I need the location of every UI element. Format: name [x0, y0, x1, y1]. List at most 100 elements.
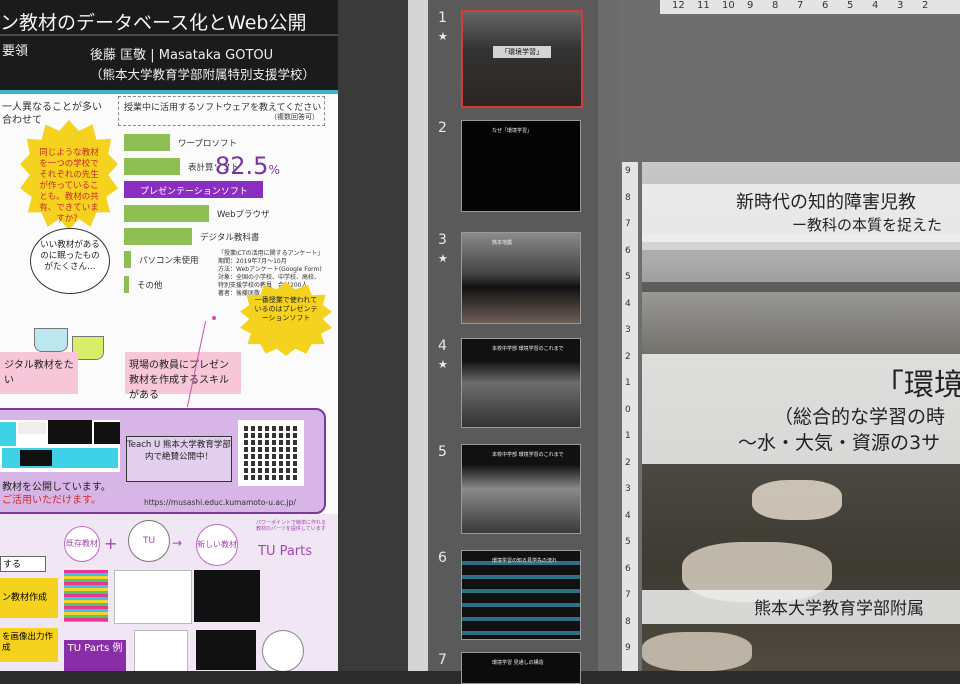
slide-thumbnail-text: 「環境学習」: [493, 46, 551, 58]
ruler-tick-label: 1: [625, 431, 631, 441]
ruler-tick-label: 5: [847, 0, 854, 11]
slide-number: 2: [438, 120, 447, 136]
cup-icon: [34, 328, 68, 352]
ruler-tick-label: 8: [625, 616, 631, 627]
teachu-box: Teach U 熊本大学教育学部内で絶賛公開中！: [126, 436, 232, 482]
rubble-bags: [752, 480, 842, 520]
slide-number: 1: [438, 10, 447, 26]
survey-bar: [124, 205, 209, 222]
poster-window: ン教材のデータベース化とWeb公開 要領 後藤 匡敬 | Masataka GO…: [0, 0, 338, 671]
tu-parts-sample: [194, 570, 260, 622]
ruler-tick-label: 5: [625, 537, 631, 547]
ruler-tick-label: 7: [797, 0, 804, 11]
ruler-tick-label: 10: [722, 0, 735, 11]
slide-thumbnail-1[interactable]: 「環境学習」: [461, 10, 583, 108]
ruler-tick-label: 9: [625, 166, 631, 176]
slide-thumbnail-5[interactable]: 本校中学部 環境学習のこれまで: [461, 444, 581, 534]
animation-star-icon: ★: [438, 358, 448, 371]
tu-parts-sample: [196, 630, 256, 670]
ruler-tick-label: 9: [747, 0, 754, 11]
survey-bar: [124, 134, 170, 151]
slide-number: 4: [438, 338, 447, 354]
tu-parts-example: TU Parts 例: [64, 640, 126, 671]
ruler-tick-label: 1: [625, 378, 631, 388]
question-burst-text: 同じような教材を一つの学校でそれぞれの先生が作っていることも。教材の共有、できて…: [39, 148, 99, 224]
ruler-tick-label: 8: [772, 0, 779, 11]
window-edge: [408, 0, 428, 671]
slide-subtitle-1: （総合的な学習の時: [774, 406, 946, 428]
slide-thumbnail-2[interactable]: なぜ「環境学習」: [461, 120, 581, 212]
survey-bar-label: Webブラウザ: [217, 210, 270, 220]
window-divider: [338, 0, 428, 671]
tu-parts-sample: [134, 630, 188, 671]
side-label-2: ン教材作成: [0, 578, 58, 618]
slide-thumbnail-7[interactable]: 環境学習 見通しの構造: [461, 652, 581, 684]
ruler-tick-label: 8: [625, 192, 631, 203]
slide-line-2: ー教科の本質を捉えた: [792, 216, 943, 234]
tu-parts-note: パワーポイントで簡単に作れる教材のパーツを提供しています: [256, 520, 327, 532]
slide-thumbnail-text: なぜ「環境学習」: [492, 128, 533, 134]
side-label-3: を画像出力作成: [0, 628, 58, 662]
ruler-tick-label: 3: [625, 325, 631, 335]
ruler-tick-label: 4: [625, 298, 631, 309]
teachu-url-link[interactable]: https://musashi.educ.kumamoto-u.ac.jp/: [144, 498, 296, 507]
ruler-tick-label: 7: [625, 590, 631, 600]
tu-parts-sample: [64, 570, 108, 622]
survey-bar: [124, 276, 129, 293]
ruler-tick-label: 5: [625, 272, 631, 282]
slide-number: 3: [438, 232, 447, 248]
poster-affiliation: （熊本大学教育学部附属特別支援学校）: [90, 67, 316, 82]
slide-title: 「環境: [874, 368, 960, 403]
slide-thumbnail-text: 熊本地震: [492, 240, 513, 246]
ruler-tick-label: 2: [625, 457, 631, 468]
poster-title: ン教材のデータベース化とWeb公開: [0, 12, 307, 34]
flow-tu: TU: [128, 520, 170, 562]
flow-existing: 既存教材: [64, 526, 100, 562]
highlight-percent: 82.5%: [215, 152, 280, 180]
animation-star-icon: ★: [438, 252, 448, 265]
tu-parts-sample: [114, 570, 192, 624]
ruler-tick-label: 3: [625, 484, 631, 494]
ruler-tick-label: 2: [625, 351, 631, 362]
qr-code: [238, 420, 304, 486]
slide-canvas[interactable]: 新時代の知的障害児教 ー教科の本質を捉えた 「環境 （総合的な学習の時 ～水・大…: [642, 162, 960, 671]
vertical-ruler: 9 8 7 6 5 4 3 2 1 0 1 2 3 4 5 6 7 8 9: [622, 162, 638, 671]
tu-parts-sample: [262, 630, 304, 671]
poster-author: 後藤 匡敬 | Masataka GOTOU: [90, 48, 274, 63]
slide-thumbnail-3[interactable]: 熊本地震: [461, 232, 581, 324]
tu-parts-title: TU Parts: [258, 544, 313, 559]
ruler-tick-label: 7: [625, 219, 631, 229]
slide-number: 5: [438, 444, 447, 460]
result-burst-text: 一番授業で使われているのはプレゼンテーションソフト: [254, 296, 318, 322]
rubble-bags: [642, 632, 752, 671]
slide-thumbnail-4[interactable]: 本校中学部 環境学習のこれまで: [461, 338, 581, 428]
plus-icon: +: [104, 534, 118, 553]
survey-note: （複数回答可）: [270, 113, 319, 121]
slide-subtitle-2: ～水・大気・資源の3サ: [738, 432, 941, 454]
slide-thumbnail-6[interactable]: 環境学習の知る見学先の流れ: [461, 550, 581, 640]
ruler-tick-label: 12: [672, 0, 685, 11]
poster-subtitle: 要領: [2, 44, 29, 59]
left-note-2: 合わせて: [2, 115, 42, 126]
ruler-tick-label: 4: [872, 0, 879, 11]
ruler-tick-label: 11: [697, 0, 710, 11]
ruler-tick-label: 4: [625, 510, 631, 521]
survey-bar: [124, 158, 180, 175]
slide-footer: 熊本大学教育学部附属: [754, 599, 924, 619]
ruler-tick-label: 3: [897, 0, 904, 11]
pink-box-left: ジタル教材をたい: [0, 352, 78, 394]
slide-number: 7: [438, 652, 447, 668]
survey-bar-label: プレゼンテーションソフト: [140, 187, 248, 197]
ruler-tick-label: 0: [625, 404, 631, 415]
ruler-tick-label: 6: [822, 0, 829, 11]
panel-scrollbar[interactable]: [598, 0, 620, 671]
flow-new: 新しい教材: [196, 524, 238, 566]
side-label-1: する: [0, 556, 46, 572]
ruler-tick-label: 6: [625, 245, 631, 256]
stadium-rail: [642, 282, 960, 292]
publish-screenshot: [0, 420, 120, 472]
survey-bar-label: その他: [137, 281, 163, 291]
horizontal-ruler: 12 11 10 9 8 7 6 5 4 3 2: [660, 0, 960, 14]
survey-bar: [124, 228, 192, 245]
publish-line-2: ご活用いただけます。: [2, 495, 101, 506]
